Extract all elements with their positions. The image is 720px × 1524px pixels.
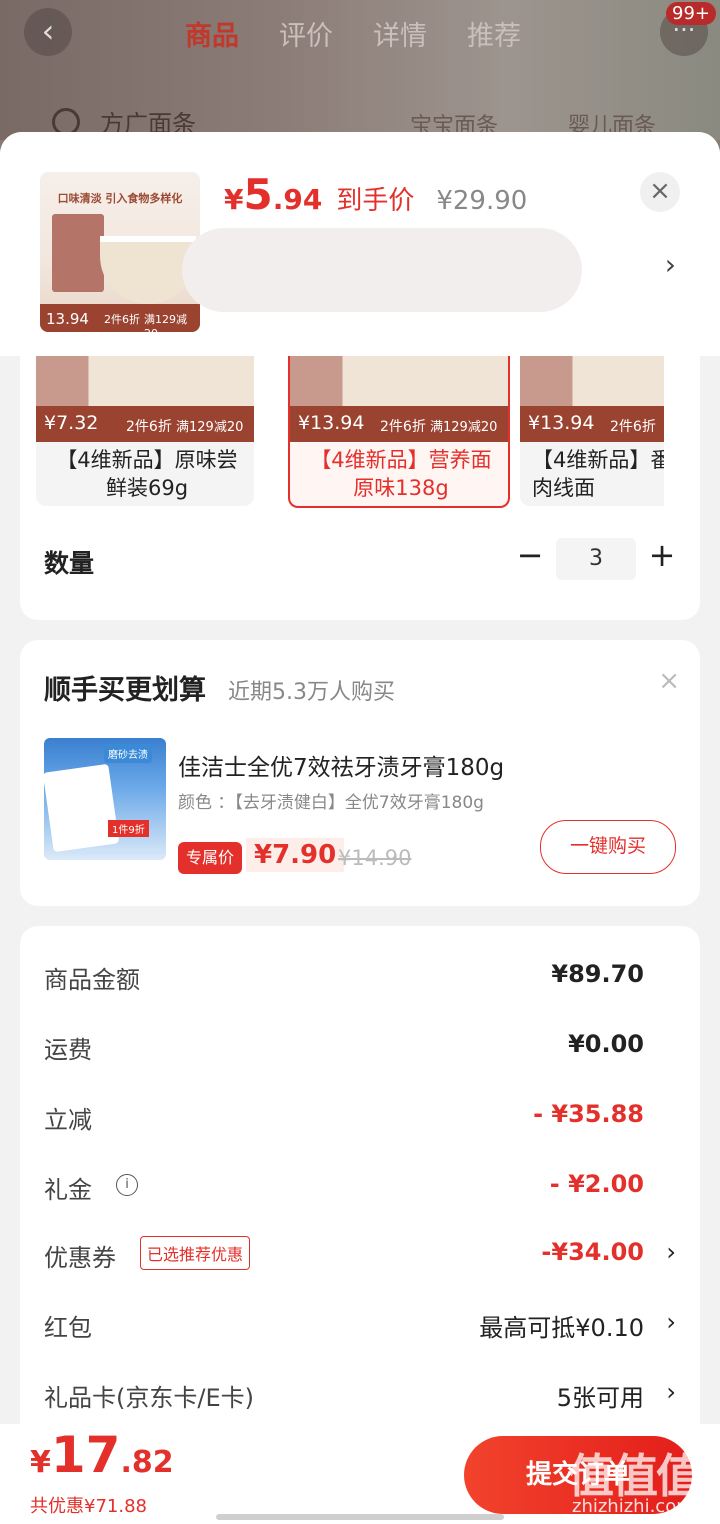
summary-row-gift-money: 礼金 i - ¥2.00 (44, 1162, 676, 1212)
summary-row-goods-amount: 商品金额 ¥89.70 (44, 952, 676, 1002)
thumbnail-title: 口味清淡 引入食物多样化 (57, 192, 183, 205)
total-integer: 17 (50, 1426, 121, 1484)
total-price: ¥17.82 (30, 1426, 174, 1484)
upsell-product-spec: 颜色 ：【去牙渍健白】全优7效牙膏180g (178, 793, 484, 813)
order-summary: 商品金额 ¥89.70 运费 ¥0.00 立减 - ¥35.88 礼金 i - … (20, 926, 700, 1446)
summary-value: 5张可用 (556, 1384, 644, 1412)
variant-price: ¥13.94 (528, 412, 595, 434)
quantity-label: 数量 (44, 549, 95, 578)
tab-product[interactable]: 商品 (185, 14, 239, 53)
product-thumbnail: 口味清淡 引入食物多样化 13.94 2件6折 满129减20 (40, 172, 200, 332)
variant-discount: 2件6折 (126, 419, 172, 435)
variant-price: ¥7.32 (44, 412, 99, 434)
summary-value: ¥89.70 (551, 960, 644, 988)
upsell-image-deal: 1件9折 (108, 820, 149, 837)
summary-value: 最高可抵¥0.10 (479, 1314, 644, 1342)
variant-image (290, 356, 508, 406)
one-click-buy-button[interactable]: 一键购买 (540, 820, 676, 874)
upsell-title: 顺手买更划算 (44, 675, 206, 706)
summary-row-shipping: 运费 ¥0.00 (44, 1022, 676, 1072)
back-arrow-icon[interactable]: ‹ (24, 8, 72, 56)
variant-full-reduce: 满129减20 (430, 420, 498, 435)
close-icon[interactable]: × (640, 172, 680, 212)
summary-row-instant-discount: 立减 - ¥35.88 (44, 1092, 676, 1142)
thumbnail-price: 13.94 (46, 310, 89, 328)
tab-recommend[interactable]: 推荐 (467, 14, 521, 53)
chevron-right-icon[interactable]: › (665, 248, 676, 281)
summary-label: 礼品卡(京东卡/E卡) (44, 1384, 254, 1412)
variant-price: ¥13.94 (298, 412, 365, 434)
variant-discount: 2件6折 (610, 419, 656, 435)
variant-name: 【4维新品】营养面原味138g (310, 448, 492, 500)
variant-image (520, 356, 664, 406)
quantity-plus-button[interactable]: + (646, 536, 678, 576)
price-label: 到手价 (336, 186, 415, 216)
quantity-input[interactable]: 3 (556, 538, 636, 580)
chevron-right-icon: › (666, 1378, 676, 1406)
variant-full-reduce: 满129减20 (176, 420, 244, 435)
chevron-right-icon: › (666, 1308, 676, 1336)
summary-value: - ¥35.88 (533, 1100, 644, 1128)
thumbnail-package (52, 214, 104, 292)
variant-item[interactable]: ¥13.94 2件6折 【4维新品】番茄牛肉线面 (520, 356, 664, 506)
watermark-site: zhizhizhi.com (572, 1496, 694, 1517)
product-tabs: 商品 评价 详情 推荐 (185, 14, 521, 53)
upsell-card: 顺手买更划算 近期5.3万人购买 × 磨砂去渍 1件9折 佳洁士全优7效祛牙渍牙… (20, 640, 700, 906)
exclusive-price-tag: 专属价 (178, 842, 243, 874)
variant-price-band: ¥7.32 2件6折 满129减20 (36, 406, 254, 442)
summary-value: ¥0.00 (568, 1030, 644, 1058)
upsell-subtitle: 近期5.3万人购买 (228, 680, 395, 705)
purchase-sheet: 口味清淡 引入食物多样化 13.94 2件6折 满129减20 ¥ 5 .94 … (0, 132, 720, 1524)
toothpaste-image (44, 763, 120, 853)
upsell-product-name[interactable]: 佳洁士全优7效祛牙渍牙膏180g (178, 748, 504, 782)
summary-label: 商品金额 (44, 966, 140, 994)
original-price: ¥29.90 (436, 186, 528, 216)
upsell-price: ¥7.90 (246, 838, 345, 872)
summary-label: 立减 (44, 1106, 92, 1134)
variant-list: ¥7.32 2件6折 满129减20 【4维新品】原味尝鲜装69g ¥13.94… (36, 356, 664, 514)
price-integer: 5 (243, 170, 273, 219)
summary-value: -¥34.00 (541, 1238, 644, 1266)
variant-item-selected[interactable]: ¥13.94 2件6折 满129减20 【4维新品】营养面原味138g (288, 356, 510, 508)
variant-name: 【4维新品】番茄牛肉线面 (532, 448, 664, 500)
price-decimal: .94 (272, 183, 323, 216)
upsell-image-tag: 磨砂去渍 (104, 744, 152, 763)
variant-discount: 2件6折 (380, 419, 426, 435)
redacted-block (182, 228, 582, 312)
summary-label: 运费 (44, 1036, 92, 1064)
price-currency: ¥ (224, 183, 244, 216)
summary-value: - ¥2.00 (549, 1170, 644, 1198)
variant-item[interactable]: ¥7.32 2件6折 满129减20 【4维新品】原味尝鲜装69g (36, 356, 254, 506)
sku-header: 口味清淡 引入食物多样化 13.94 2件6折 满129减20 ¥ 5 .94 … (0, 132, 720, 356)
summary-row-red-packet[interactable]: 红包 最高可抵¥0.10 › (44, 1300, 676, 1350)
thumbnail-price-band: 13.94 2件6折 满129减20 (40, 304, 200, 332)
total-decimal: .82 (120, 1445, 174, 1480)
final-price: ¥ 5 .94 到手价 ¥29.90 (224, 170, 527, 219)
summary-label: 礼金 (44, 1176, 92, 1204)
info-icon[interactable]: i (116, 1174, 138, 1196)
message-badge: 99+ (666, 2, 716, 25)
variant-price-band: ¥13.94 2件6折 (520, 406, 664, 442)
variant-name: 【4维新品】原味尝鲜装69g (56, 448, 238, 500)
summary-label: 红包 (44, 1314, 92, 1342)
summary-row-gift-card[interactable]: 礼品卡(京东卡/E卡) 5张可用 › (44, 1370, 676, 1420)
variant-image (36, 356, 254, 406)
thumbnail-discount: 2件6折 (104, 313, 140, 326)
quantity-minus-button[interactable]: − (514, 536, 546, 576)
coupon-badge: 已选推荐优惠 (140, 1236, 251, 1270)
tab-reviews[interactable]: 评价 (279, 14, 333, 53)
thumbnail-full-reduce: 满129减20 (144, 313, 187, 332)
summary-label: 优惠券 (44, 1244, 116, 1272)
variant-price-band: ¥13.94 2件6折 满129减20 (290, 406, 508, 442)
total-currency: ¥ (30, 1445, 51, 1480)
home-indicator[interactable] (216, 1514, 504, 1520)
upsell-close-icon[interactable]: × (658, 666, 680, 696)
upsell-product-image[interactable]: 磨砂去渍 1件9折 (44, 738, 166, 860)
background-page: ‹ 商品 评价 详情 推荐 ··· 99+ 方广面条 宝宝面条 婴儿面条 (0, 0, 720, 140)
total-savings: 共优惠¥71.88 (30, 1496, 147, 1517)
chevron-right-icon: › (666, 1238, 676, 1266)
upsell-original-price: ¥14.90 (338, 846, 412, 870)
summary-row-coupon[interactable]: 优惠券 已选推荐优惠 -¥34.00 › (44, 1230, 676, 1280)
tab-details[interactable]: 详情 (373, 14, 427, 53)
